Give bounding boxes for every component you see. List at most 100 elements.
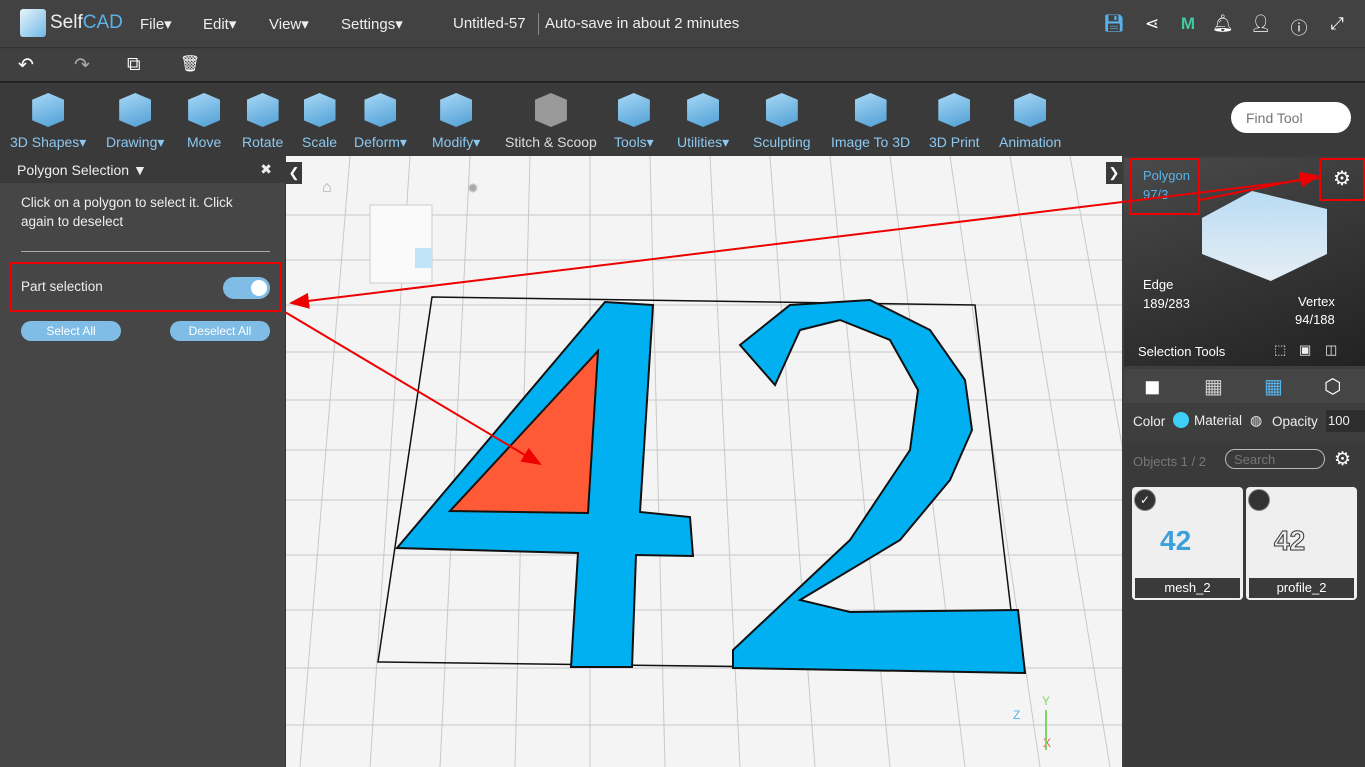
material-sphere-icon[interactable]: ◍ [1250, 412, 1262, 429]
axis-z-label: Z [1013, 708, 1020, 722]
edge-mode[interactable]: Edge [1143, 277, 1173, 292]
xray-view-icon[interactable]: ⬡ [1324, 374, 1341, 399]
opacity-input[interactable]: 100 [1326, 410, 1365, 432]
collapse-left-icon[interactable]: ❮ [286, 162, 302, 184]
tool-move[interactable]: Move [187, 85, 221, 156]
polygon-mode[interactable]: Polygon [1143, 168, 1190, 183]
redo-icon[interactable]: ↷ [74, 54, 90, 77]
tool-sculpting[interactable]: Sculpting [753, 85, 811, 156]
delete-icon[interactable]: 🗑 [180, 54, 200, 74]
printer-icon [938, 93, 971, 127]
tool-label: Image To 3D [831, 134, 911, 150]
tool-label: Drawing▾ [106, 134, 165, 150]
checkmark-icon[interactable]: ✓ [1134, 489, 1156, 511]
tool-image-to-3d[interactable]: Image To 3D [831, 85, 910, 156]
copy-icon[interactable]: ⧉ [127, 54, 141, 76]
tool-label: 3D Print [929, 134, 980, 150]
tool-label: Sculpting [753, 134, 811, 150]
find-tool-input[interactable] [1231, 102, 1351, 133]
objects-gear-icon[interactable]: ⚙ [1334, 448, 1351, 471]
vertex-mode[interactable]: Vertex [1298, 294, 1335, 309]
home-icon[interactable]: ⌂ [322, 179, 332, 196]
undo-icon[interactable]: ↶ [18, 54, 34, 77]
view-cube[interactable] [369, 204, 433, 284]
cube-select-icon[interactable]: ▣ [1299, 342, 1311, 358]
mesh-thumbnail: 42 [1160, 525, 1192, 556]
fullscreen-icon[interactable]: ⤢ [1327, 14, 1347, 34]
share-icon[interactable]: ⋖ [1142, 14, 1162, 34]
divider [538, 13, 539, 35]
light-icon[interactable]: ✹ [467, 180, 479, 196]
axis-x-label: X [1043, 736, 1051, 750]
material-label[interactable]: Material [1194, 413, 1242, 428]
tool-stitch-scoop[interactable]: Stitch & Scoop [505, 85, 597, 156]
edit-toolbar: ↶ ↷ ⧉ 🗑 [0, 49, 1365, 83]
info-icon[interactable]: ⓘ [1289, 14, 1309, 38]
top-bar: Self CAD File▾ Edit▾ View▾ Settings▾ Unti… [0, 0, 1365, 48]
document-title[interactable]: Untitled-57 [453, 15, 526, 32]
tool-rotate[interactable]: Rotate [242, 85, 283, 156]
tool-scale[interactable]: Scale [302, 85, 337, 156]
drawing-icon [119, 93, 152, 127]
tool-label: 3D Shapes▾ [10, 134, 87, 150]
color-swatch[interactable] [1173, 412, 1189, 428]
autosave-status: Auto-save in about 2 minutes [545, 15, 740, 32]
logo-text-cad: CAD [82, 12, 123, 33]
unchecked-circle-icon[interactable] [1248, 489, 1270, 511]
menu-edit[interactable]: Edit▾ [203, 15, 236, 33]
menu-settings[interactable]: Settings▾ [341, 15, 403, 33]
deselect-all-button[interactable]: Deselect All [170, 321, 270, 341]
part-selection-toggle[interactable] [223, 277, 270, 299]
object-name: mesh_2 [1135, 578, 1240, 598]
user-icon[interactable]: 👤︎ [1250, 14, 1272, 34]
rect-select-icon[interactable]: ⬚ [1274, 342, 1286, 358]
tool-tools[interactable]: Tools▾ [614, 85, 654, 156]
box-select-icon[interactable]: ◫ [1325, 342, 1337, 358]
scene: ⌂ ✹ Y Z X [286, 156, 1122, 767]
move-icon [188, 93, 221, 127]
object-name: profile_2 [1249, 578, 1354, 598]
panel-title: Polygon Selection ▼ [17, 162, 147, 178]
close-icon[interactable]: ✖ [260, 161, 272, 178]
logo-text: Self [50, 12, 83, 33]
collapse-right-icon[interactable]: ❯ [1106, 162, 1122, 184]
right-panel: Polygon 97/3 ⚙ Edge 189/283 Vertex 94/18… [1122, 156, 1365, 767]
panel-header: Polygon Selection ▼ ✖ [0, 156, 286, 183]
selection-tools-label: Selection Tools [1138, 344, 1226, 359]
rotate-icon [246, 93, 279, 127]
polygon-count: 97/3 [1143, 187, 1169, 202]
wireframe-view-icon[interactable]: ▦ [1204, 374, 1223, 399]
tool-modify[interactable]: Modify▾ [432, 85, 480, 156]
polygon-selection-panel: Polygon Selection ▼ ✖ Click on a polygon … [0, 156, 286, 767]
tool-label: Stitch & Scoop [505, 134, 597, 150]
tool-animation[interactable]: Animation [999, 85, 1061, 156]
stitch-scoop-icon [534, 93, 567, 127]
object-card-mesh-2[interactable]: ✓ 42 mesh_2 [1132, 487, 1243, 600]
select-all-button[interactable]: Select All [21, 321, 121, 341]
mesh-view-icon[interactable]: ▦ [1264, 374, 1283, 399]
3d-viewport[interactable]: ⌂ ✹ Y Z X ❮ ❯ [286, 156, 1122, 767]
object-card-profile-2[interactable]: 42 profile_2 [1246, 487, 1357, 600]
profile-thumbnail: 42 [1273, 525, 1306, 557]
tool-drawing[interactable]: Drawing▾ [106, 85, 164, 156]
solid-view-icon[interactable]: ◼ [1144, 374, 1161, 399]
m-icon[interactable]: M [1178, 14, 1198, 34]
tool-utilities[interactable]: Utilities▾ [677, 85, 729, 156]
opacity-label: Opacity [1272, 414, 1318, 429]
tool-deform[interactable]: Deform▾ [354, 85, 407, 156]
gear-icon[interactable]: ⚙ [1333, 166, 1351, 191]
menu-file[interactable]: File▾ [140, 15, 172, 33]
save-icon[interactable]: 💾︎ [1103, 14, 1125, 34]
bell-icon[interactable]: 🔔︎ [1212, 14, 1234, 34]
image-icon [854, 93, 887, 127]
tool-label: Animation [999, 134, 1062, 150]
axis-y-label: Y [1042, 694, 1050, 708]
color-label: Color [1133, 414, 1166, 429]
menu-view[interactable]: View▾ [269, 15, 309, 33]
selected-polygon[interactable] [447, 348, 600, 515]
search-objects-input[interactable] [1225, 449, 1325, 469]
edge-count: 189/283 [1143, 296, 1190, 311]
tool-3d-print[interactable]: 3D Print [929, 85, 980, 156]
tool-3d-shapes[interactable]: 3D Shapes▾ [10, 85, 86, 156]
logo[interactable]: Self CAD [20, 9, 123, 37]
